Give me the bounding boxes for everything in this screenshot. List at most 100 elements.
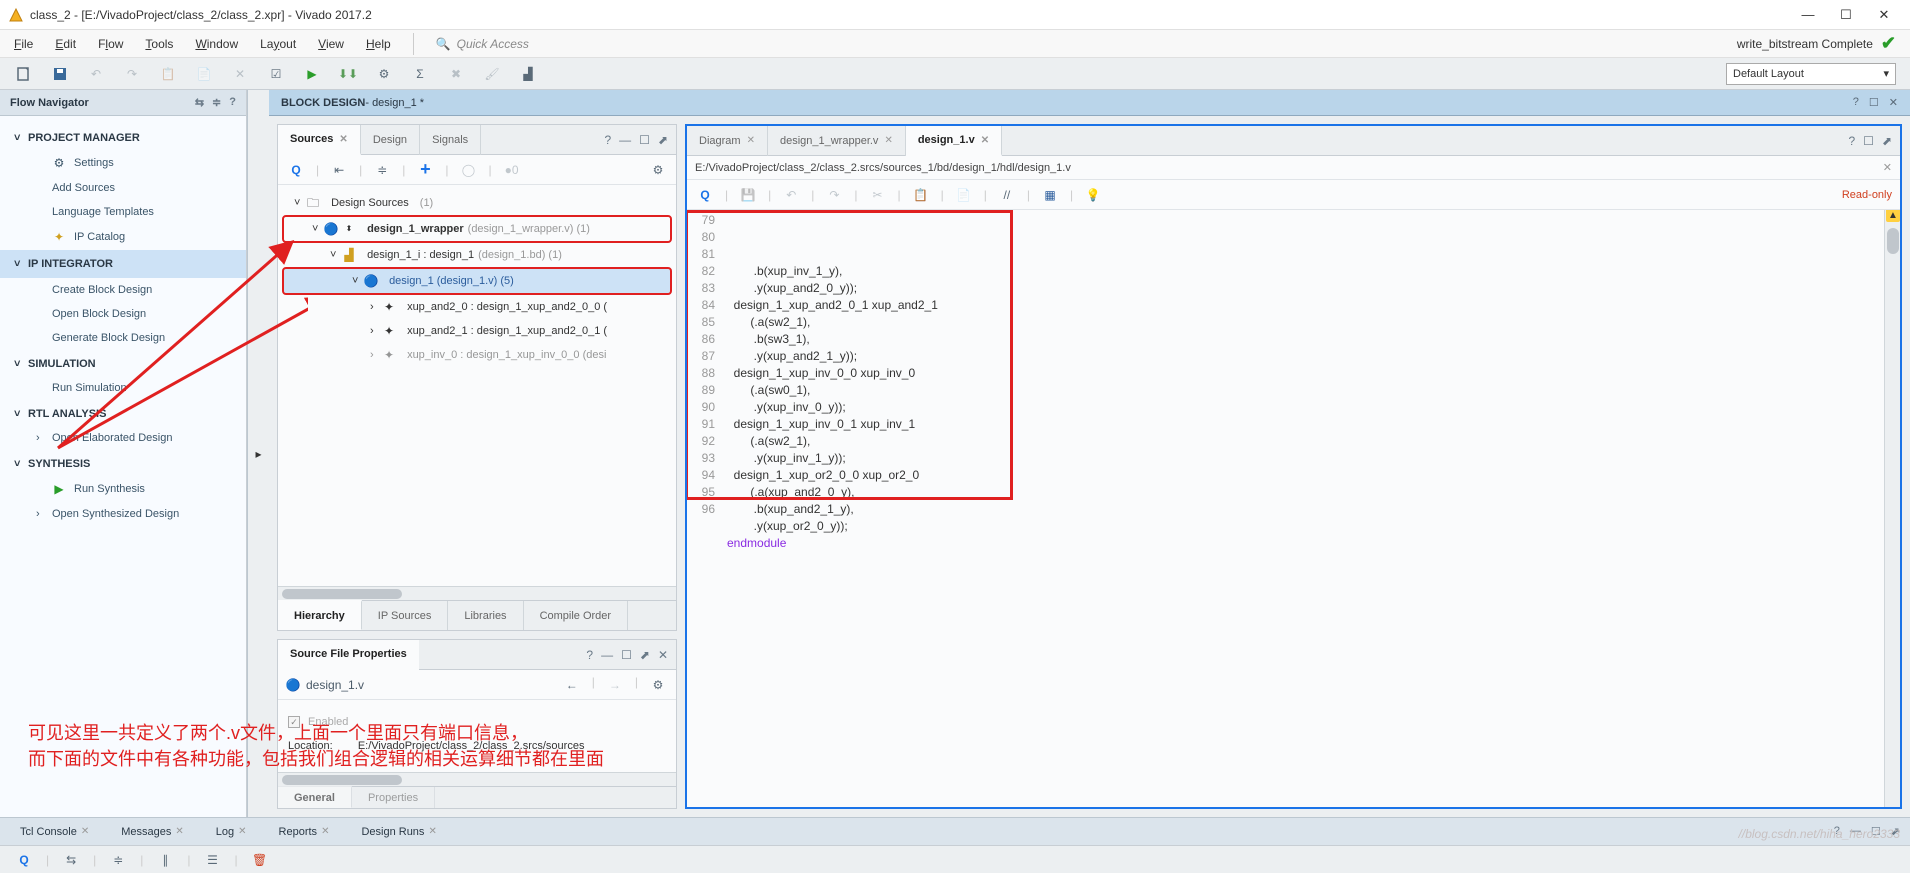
btab-compileorder[interactable]: Compile Order — [524, 601, 629, 630]
search-button[interactable]: Q — [286, 160, 306, 180]
close-icon[interactable]: ✕ — [981, 135, 989, 146]
comment-button[interactable]: // — [997, 185, 1017, 205]
h-scrollbar[interactable] — [278, 586, 676, 600]
undo-button[interactable]: ↶ — [86, 64, 106, 84]
nav-item[interactable]: ›Open Synthesized Design — [0, 502, 246, 526]
settings-button[interactable]: ⚙ — [374, 64, 394, 84]
minimize-icon[interactable]: — — [601, 648, 613, 662]
redo-button[interactable]: ↷ — [122, 64, 142, 84]
collapse-all-button[interactable]: ⇤ — [329, 160, 349, 180]
clear-button[interactable]: 🗑 — [250, 850, 270, 870]
cut-button[interactable]: ✂ — [868, 185, 888, 205]
copy-button[interactable]: 📋 — [911, 185, 931, 205]
btab-hierarchy[interactable]: Hierarchy — [278, 600, 362, 630]
checklist-button[interactable]: ☑ — [266, 64, 286, 84]
undo-button[interactable]: ↶ — [781, 185, 801, 205]
nav-item[interactable]: ✦IP Catalog — [0, 224, 246, 250]
nav-item[interactable]: Open Block Design — [0, 302, 246, 326]
btab-ipsources[interactable]: IP Sources — [362, 601, 449, 630]
restore-panel-button[interactable]: ▸ — [247, 90, 269, 817]
tree-row[interactable]: ˅🗀 Design Sources (1) — [282, 191, 672, 215]
btab-properties[interactable]: Properties — [352, 787, 435, 808]
close-icon[interactable]: ✕ — [747, 135, 755, 146]
column-button[interactable]: ▦ — [1040, 185, 1060, 205]
menu-file[interactable]: File — [14, 37, 33, 51]
close-icon[interactable]: ✕ — [339, 134, 347, 145]
h-scrollbar[interactable] — [278, 772, 676, 786]
btab-general[interactable]: General — [278, 786, 352, 808]
popout-icon[interactable]: ⬈ — [658, 133, 668, 147]
synth-button[interactable]: ⬇⬇ — [338, 64, 358, 84]
nav-item[interactable]: ⚙Settings — [0, 150, 246, 176]
v-scrollbar[interactable]: ▲ — [1884, 210, 1900, 807]
close-icon[interactable]: ✕ — [884, 135, 892, 146]
cancel-button[interactable]: ✖ — [446, 64, 466, 84]
maximize-icon[interactable]: ☐ — [639, 133, 650, 147]
paste-button[interactable]: 📄 — [954, 185, 974, 205]
maximize-icon[interactable]: ☐ — [1863, 134, 1874, 148]
minimize-icon[interactable]: — — [619, 133, 631, 147]
gear-icon[interactable]: ⚙ — [648, 160, 668, 180]
copy-button[interactable]: 📋 — [158, 64, 178, 84]
delete-button[interactable]: ✕ — [230, 64, 250, 84]
nav-section[interactable]: ˅ RTL ANALYSIS — [0, 400, 246, 426]
nav-item[interactable]: Run Simulation — [0, 376, 246, 400]
menu-tools[interactable]: Tools — [145, 37, 173, 51]
nav-section[interactable]: ˅ SYNTHESIS — [0, 450, 246, 476]
nav-section[interactable]: ˅ PROJECT MANAGER — [0, 124, 246, 150]
menu-flow[interactable]: Flow — [98, 37, 123, 51]
tree-row-design1[interactable]: ˅🔵 design_1 (design_1.v) (5) — [282, 267, 672, 295]
nav-section[interactable]: ˅ SIMULATION — [0, 350, 246, 376]
new-button[interactable] — [14, 64, 34, 84]
help-icon[interactable]: ? — [1848, 134, 1855, 148]
close-file-button[interactable]: ✕ — [1883, 161, 1892, 174]
tab-wrapper[interactable]: design_1_wrapper.v✕ — [768, 126, 906, 156]
add-button[interactable]: + — [415, 160, 435, 180]
search-button[interactable]: Q — [14, 850, 34, 870]
paint-button[interactable]: 🖌 — [482, 64, 502, 84]
btab-reports[interactable]: Reports✕ — [269, 821, 340, 843]
nav-collapse-icon[interactable]: ⇆ — [195, 96, 204, 109]
maximize-panel-icon[interactable]: ☐ — [1869, 96, 1879, 109]
sources-tree[interactable]: ˅🗀 Design Sources (1) ˅🔵⬍ design_1_wrapp… — [278, 185, 676, 586]
nav-item[interactable]: Language Templates — [0, 200, 246, 224]
btab-designruns[interactable]: Design Runs✕ — [351, 821, 446, 843]
paste-button[interactable]: 📄 — [194, 64, 214, 84]
maximize-button[interactable]: ☐ — [1836, 5, 1856, 25]
tree-row[interactable]: ˅▟ design_1_i : design_1 (design_1.bd) (… — [282, 243, 672, 267]
gear-icon[interactable]: ⚙ — [648, 675, 668, 695]
help-icon[interactable]: ? — [604, 133, 611, 147]
tree-row-wrapper[interactable]: ˅🔵⬍ design_1_wrapper (design_1_wrapper.v… — [282, 215, 672, 243]
layout-combo[interactable]: Default Layout ▾ — [1726, 63, 1896, 85]
filter-button[interactable]: ● 0 — [502, 160, 522, 180]
help-icon[interactable]: ? — [1853, 96, 1859, 109]
back-button[interactable]: ← — [562, 675, 582, 695]
menu-layout[interactable]: Layout — [260, 37, 296, 51]
search-button[interactable]: Q — [695, 185, 715, 205]
popout-icon[interactable]: ⬈ — [1882, 134, 1892, 148]
popout-icon[interactable]: ⬈ — [640, 648, 650, 662]
quick-access-input[interactable]: 🔍 Quick Access — [436, 37, 529, 51]
tree-row[interactable]: ›✦ xup_inv_0 : design_1_xup_inv_0_0 (des… — [282, 343, 672, 367]
tab-sources[interactable]: Sources✕ — [278, 125, 361, 155]
nav-item[interactable]: Generate Block Design — [0, 326, 246, 350]
warning-icon[interactable]: ▲ — [1886, 210, 1900, 222]
maximize-icon[interactable]: ☐ — [621, 648, 632, 662]
expand-button[interactable]: ≑ — [372, 160, 392, 180]
nav-section[interactable]: ˅ IP INTEGRATOR — [0, 250, 246, 278]
minimize-button[interactable]: — — [1798, 5, 1818, 25]
menu-help[interactable]: Help — [366, 37, 391, 51]
nav-item[interactable]: Create Block Design — [0, 278, 246, 302]
empty-button[interactable]: ◯ — [459, 160, 479, 180]
btab-log[interactable]: Log✕ — [206, 821, 257, 843]
menu-edit[interactable]: Edit — [55, 37, 76, 51]
tab-diagram[interactable]: Diagram✕ — [687, 126, 768, 156]
tab-signals[interactable]: Signals — [420, 125, 481, 155]
tree-row[interactable]: ›✦ xup_and2_0 : design_1_xup_and2_0_0 ( — [282, 295, 672, 319]
close-button[interactable]: ✕ — [1874, 5, 1894, 25]
nav-item[interactable]: Add Sources — [0, 176, 246, 200]
expand-button[interactable]: ⇆ — [61, 850, 81, 870]
btab-messages[interactable]: Messages✕ — [111, 821, 194, 843]
save-button[interactable]: 💾 — [738, 185, 758, 205]
tree-row[interactable]: ›✦ xup_and2_1 : design_1_xup_and2_0_1 ( — [282, 319, 672, 343]
